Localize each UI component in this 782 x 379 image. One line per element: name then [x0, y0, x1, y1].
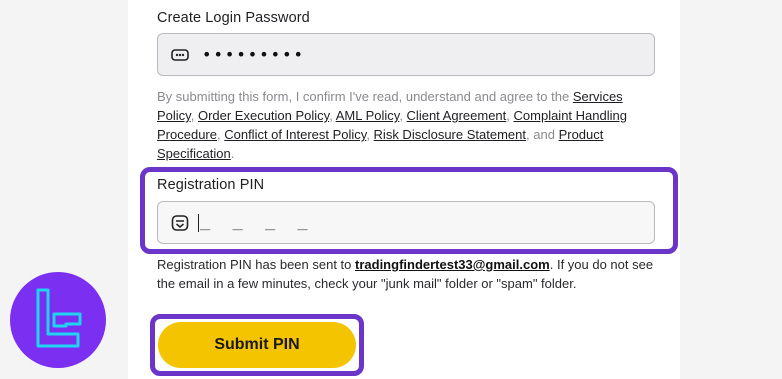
brand-logo — [10, 272, 106, 368]
pin-placeholder: _ _ _ _ — [200, 211, 314, 231]
notice-prefix: Registration PIN has been sent to — [157, 257, 352, 272]
pin-label: Registration PIN — [157, 177, 265, 193]
submit-pin-button[interactable]: Submit PIN — [158, 322, 356, 368]
password-dots-icon — [170, 45, 190, 65]
brand-logo-icon — [36, 288, 82, 348]
password-value: ••••••••• — [202, 45, 305, 64]
conflict-of-interest-link[interactable]: Conflict of Interest Policy — [224, 127, 366, 142]
password-field[interactable]: ••••••••• — [157, 33, 655, 76]
pin-input[interactable]: _ _ _ _ — [157, 201, 655, 244]
client-agreement-link[interactable]: Client Agreement — [407, 108, 507, 123]
aml-policy-link[interactable]: AML Policy — [336, 108, 400, 123]
consent-text: By submitting this form, I confirm I've … — [157, 89, 627, 161]
consent-intro: By submitting this form, I confirm I've … — [157, 89, 570, 104]
password-label: Create Login Password — [157, 10, 310, 26]
order-execution-policy-link[interactable]: Order Execution Policy — [198, 108, 329, 123]
consent-and: and — [533, 127, 555, 142]
notice-email: tradingfindertest33@gmail.com — [355, 257, 550, 272]
risk-disclosure-link[interactable]: Risk Disclosure Statement — [374, 127, 526, 142]
pin-keypad-icon — [170, 213, 190, 233]
text-cursor — [198, 214, 199, 232]
pin-sent-notice: Registration PIN has been sent to tradin… — [157, 255, 657, 293]
